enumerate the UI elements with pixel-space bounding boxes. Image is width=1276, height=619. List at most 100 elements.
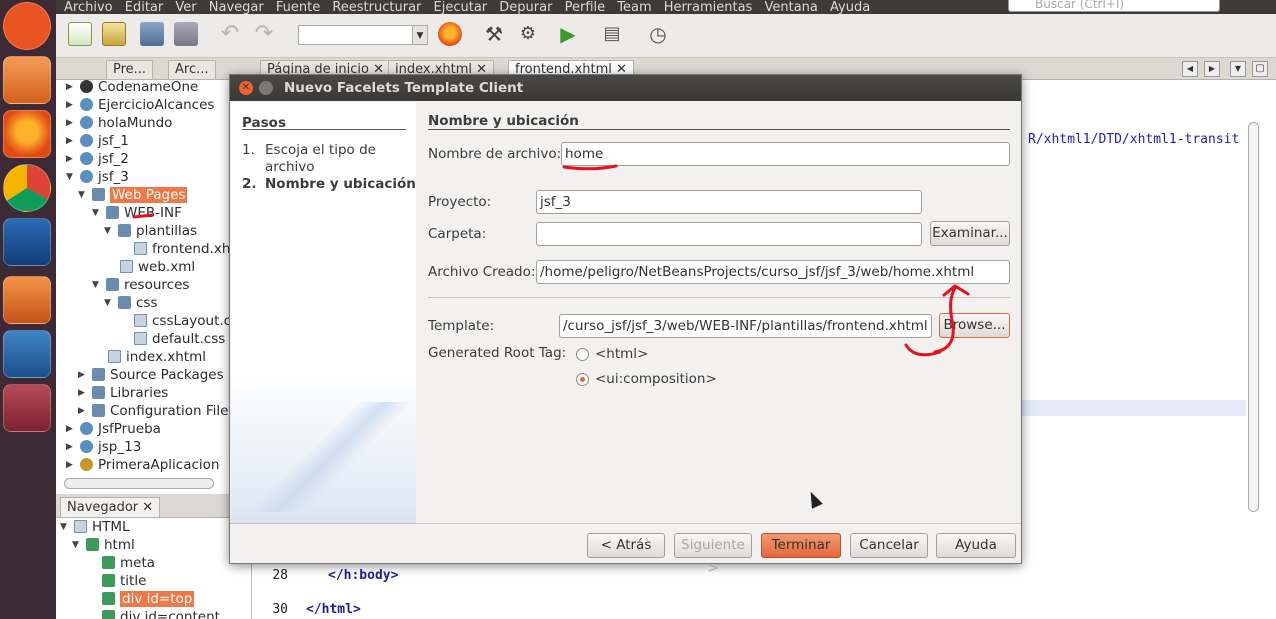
vertical-scrollbar[interactable]: [1248, 122, 1259, 512]
collapse-arrow-icon[interactable]: ▼: [60, 518, 70, 536]
tree-item-source-packages[interactable]: ▶ Source Packages: [78, 366, 224, 384]
expand-arrow-icon[interactable]: ▶: [66, 150, 76, 168]
expand-arrow-icon[interactable]: ▶: [78, 366, 88, 384]
back-button[interactable]: < Atrás: [587, 533, 665, 558]
tree-item-index-xhtml[interactable]: index.xhtml: [108, 348, 206, 366]
menu-fuente[interactable]: Fuente: [276, 1, 320, 14]
redo-icon[interactable]: ↷: [252, 22, 276, 46]
minimize-icon[interactable]: [259, 81, 273, 95]
expand-arrow-icon[interactable]: ▶: [66, 438, 76, 456]
menu-ejecutar[interactable]: Ejecutar: [434, 1, 488, 14]
tab-files[interactable]: Arc...: [168, 60, 216, 80]
menu-ver[interactable]: Ver: [175, 1, 196, 14]
folder-input[interactable]: [536, 222, 922, 246]
nav-item-div-content[interactable]: div id=content: [102, 608, 220, 619]
configuration-combo[interactable]: [298, 25, 426, 45]
presentation-icon[interactable]: [3, 276, 51, 324]
tree-item-jsf-2[interactable]: ▶ jsf_2: [66, 150, 129, 168]
video-editor-icon[interactable]: [3, 330, 51, 378]
tree-item-libraries[interactable]: ▶ Libraries: [78, 384, 168, 402]
tree-item-primeraaplicacion[interactable]: ▶ PrimeraAplicacion: [66, 456, 219, 474]
tree-item-web-inf[interactable]: ▼ WEB-INF: [92, 204, 182, 222]
menu-ayuda[interactable]: Ayuda: [830, 1, 870, 14]
tree-item-jsp-13[interactable]: ▶ jsp_13: [66, 438, 141, 456]
help-button[interactable]: Ayuda: [936, 533, 1016, 558]
expand-arrow-icon[interactable]: ▶: [78, 402, 88, 420]
search-input[interactable]: Buscar (Ctrl+I): [1008, 0, 1220, 12]
next-button[interactable]: Siguiente >: [674, 533, 752, 576]
scroll-tabs-left-icon[interactable]: ◀: [1182, 61, 1198, 77]
collapse-arrow-icon[interactable]: ▼: [104, 222, 114, 240]
open-project-icon[interactable]: [140, 22, 164, 46]
radio-ui-composition[interactable]: [576, 373, 589, 386]
file-name-input[interactable]: home: [561, 142, 1010, 166]
clean-build-icon[interactable]: ⚙: [516, 22, 540, 46]
tree-item-jsf-1[interactable]: ▶ jsf_1: [66, 132, 129, 150]
ubuntu-dash-icon[interactable]: [3, 2, 51, 50]
tree-item-jsf-3[interactable]: ▼ jsf_3: [66, 168, 129, 186]
tree-item-holamundo[interactable]: ▶ holaMundo: [66, 114, 172, 132]
expand-arrow-icon[interactable]: ▶: [78, 384, 88, 402]
collapse-arrow-icon[interactable]: ▼: [72, 536, 82, 554]
chrome-icon[interactable]: [3, 164, 51, 212]
menu-archivo[interactable]: Archivo: [64, 1, 113, 14]
nav-item-html[interactable]: ▼ html: [72, 536, 135, 554]
menu-herramientas[interactable]: Herramientas: [664, 1, 753, 14]
menu-depurar[interactable]: Depurar: [499, 1, 552, 14]
expand-arrow-icon[interactable]: ▶: [66, 420, 76, 438]
tree-item-default-css[interactable]: default.css: [134, 330, 225, 348]
nav-item-title[interactable]: title: [102, 572, 146, 590]
save-all-icon[interactable]: [174, 22, 198, 46]
expand-arrow-icon[interactable]: ▶: [66, 96, 76, 114]
tab-projects[interactable]: Pre...: [106, 60, 154, 80]
tab-navegador[interactable]: Navegador ✕: [60, 497, 161, 518]
tab-list-icon[interactable]: ▼: [1230, 61, 1246, 77]
template-input[interactable]: /curso_jsf/jsf_3/web/WEB-INF/plantillas/…: [559, 314, 932, 338]
new-project-icon[interactable]: [102, 22, 126, 46]
new-file-icon[interactable]: [68, 22, 92, 46]
menu-editar[interactable]: Editar: [125, 1, 164, 14]
examinar-folder-button[interactable]: Examinar...: [930, 221, 1010, 246]
undo-icon[interactable]: ↶: [218, 22, 242, 46]
finish-button[interactable]: Terminar: [761, 533, 841, 558]
nav-item-html-root[interactable]: ▼ HTML: [60, 518, 130, 536]
close-icon[interactable]: ✕: [239, 81, 253, 95]
nav-item-div-top[interactable]: div id=top: [102, 590, 195, 608]
workspace-switcher-icon[interactable]: [3, 384, 51, 432]
expand-arrow-icon[interactable]: ▶: [66, 114, 76, 132]
browser-icon[interactable]: [438, 22, 462, 46]
menu-reestructurar[interactable]: Reestructurar: [332, 1, 421, 14]
tree-item-web-xml[interactable]: web.xml: [120, 258, 195, 276]
run-icon[interactable]: ▶: [556, 22, 580, 46]
tree-item-plantillas[interactable]: ▼ plantillas: [104, 222, 197, 240]
radio-html[interactable]: [576, 348, 589, 361]
menu-ventana[interactable]: Ventana: [764, 1, 817, 14]
profile-icon[interactable]: ◷: [646, 22, 670, 46]
nav-item-meta[interactable]: meta: [102, 554, 155, 572]
browse-template-button[interactable]: Browse...: [939, 313, 1010, 338]
virtualbox-icon[interactable]: [3, 218, 51, 266]
tree-item-codenameone[interactable]: ▶ CodenameOne: [66, 78, 198, 96]
tree-item-css[interactable]: ▼ css: [104, 294, 158, 312]
collapse-arrow-icon[interactable]: ▼: [92, 276, 102, 294]
files-icon[interactable]: [3, 56, 51, 104]
menu-perfile[interactable]: Perfile: [565, 1, 606, 14]
build-hammer-icon[interactable]: ⚒: [482, 22, 506, 46]
collapse-arrow-icon[interactable]: ▼: [104, 294, 114, 312]
firefox-icon[interactable]: [3, 110, 51, 158]
maximize-icon[interactable]: ▢: [1252, 61, 1268, 77]
chevron-down-icon[interactable]: ▼: [412, 25, 428, 45]
expand-arrow-icon[interactable]: ▶: [66, 132, 76, 150]
scroll-tabs-right-icon[interactable]: ▶: [1204, 61, 1220, 77]
tree-item-ejercicioalcances[interactable]: ▶ EjercicioAlcances: [66, 96, 214, 114]
close-icon[interactable]: ✕: [142, 500, 153, 515]
collapse-arrow-icon[interactable]: ▼: [66, 168, 76, 186]
horizontal-scrollbar[interactable]: [64, 478, 214, 489]
menu-team[interactable]: Team: [617, 1, 651, 14]
cancel-button[interactable]: Cancelar: [850, 533, 928, 558]
tree-item-configuration-files[interactable]: ▶ Configuration Files: [78, 402, 235, 420]
tree-item-resources[interactable]: ▼ resources: [92, 276, 189, 294]
tree-item-web-pages[interactable]: ▼ Web Pages: [78, 186, 188, 204]
expand-arrow-icon[interactable]: ▶: [66, 456, 76, 474]
tree-item-jsfprueba[interactable]: ▶ JsfPrueba: [66, 420, 161, 438]
